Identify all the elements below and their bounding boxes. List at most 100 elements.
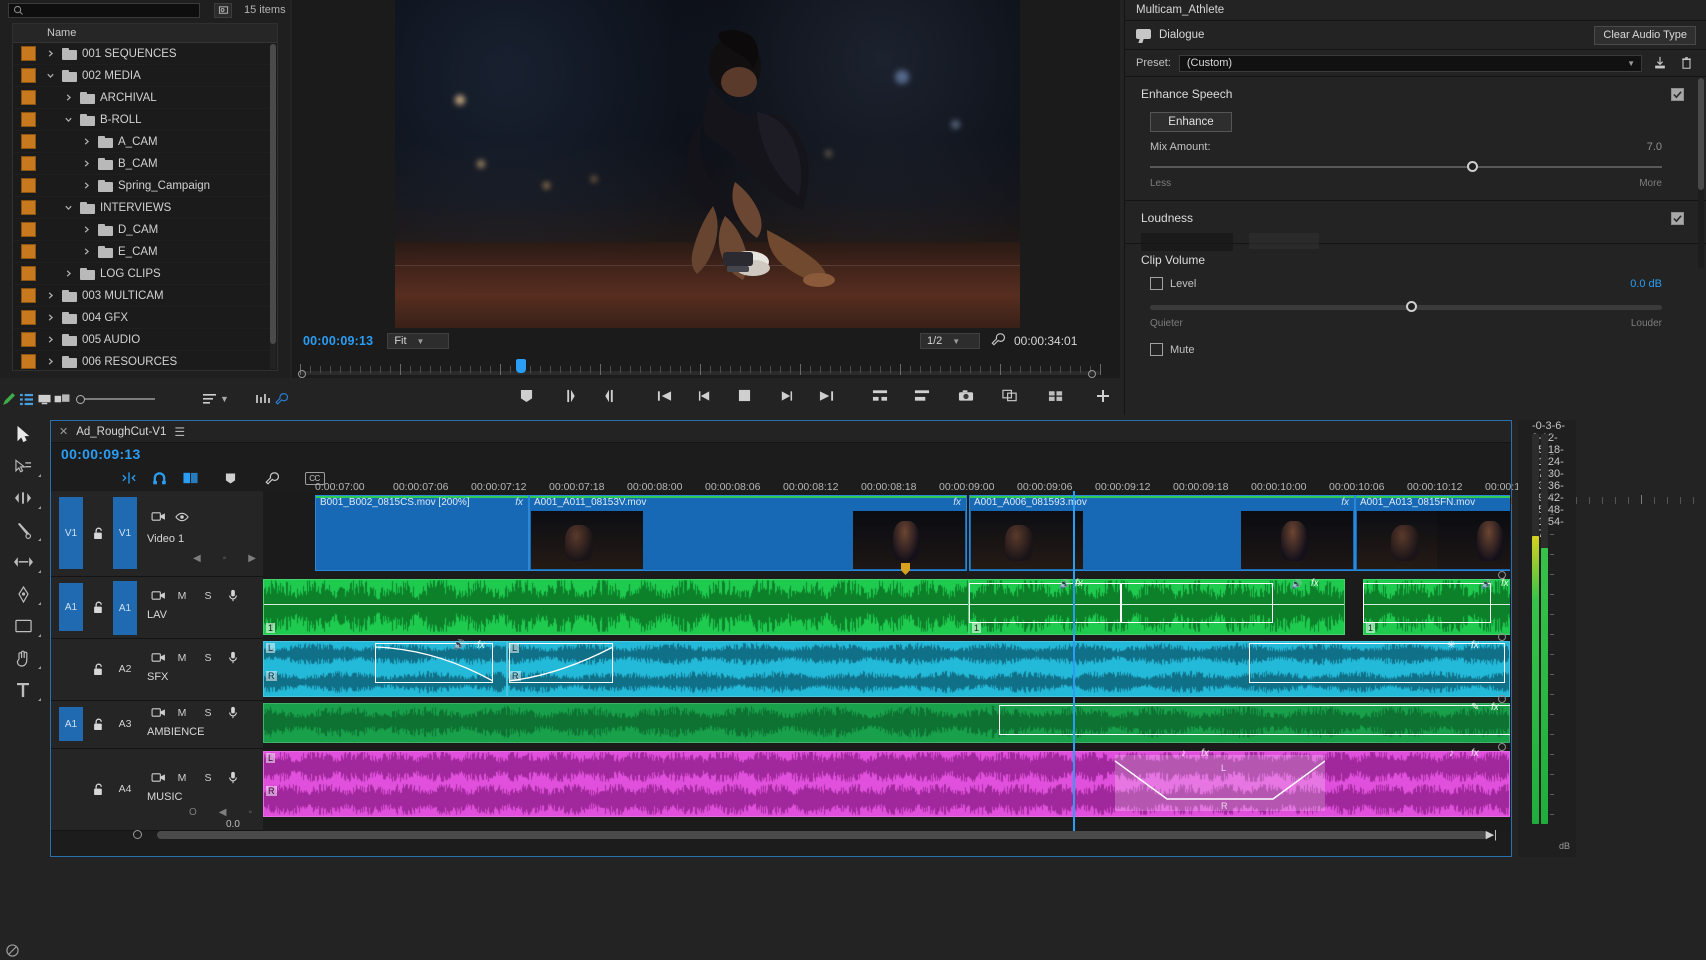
sort-button[interactable] xyxy=(201,383,219,415)
track-height-handle[interactable] xyxy=(1498,633,1506,641)
mute-checkbox[interactable] xyxy=(1150,343,1163,356)
track-source-patch-v1[interactable]: V1 xyxy=(59,497,83,569)
track-lock-button[interactable] xyxy=(93,663,107,677)
go-to-in-button[interactable] xyxy=(657,390,672,405)
export-frame-button[interactable] xyxy=(958,389,974,405)
track-mute-button[interactable]: M xyxy=(169,590,195,602)
scrub-out-handle[interactable] xyxy=(1088,370,1096,378)
track-select-tool-button[interactable] xyxy=(0,450,46,482)
add-keyframe-button[interactable]: ◦ xyxy=(248,807,252,818)
zoom-slider[interactable] xyxy=(72,383,155,415)
slip-tool-button[interactable] xyxy=(0,546,46,578)
chevron-right-icon[interactable] xyxy=(44,289,57,302)
program-playhead[interactable] xyxy=(516,359,526,373)
bin-item[interactable]: A_CAM xyxy=(13,131,277,153)
level-knob[interactable] xyxy=(1406,301,1417,312)
track-height-handle[interactable] xyxy=(1498,743,1506,751)
bin-item[interactable]: 002 MEDIA xyxy=(13,65,277,87)
track-source-patch-a3[interactable]: A1 xyxy=(59,707,83,741)
track-name-label[interactable]: LAV xyxy=(147,609,167,621)
automate-to-sequence-button[interactable] xyxy=(254,383,272,415)
bin-item[interactable]: B-ROLL xyxy=(13,109,277,131)
keyframe-selection-box[interactable] xyxy=(969,583,1121,623)
mark-in-button[interactable] xyxy=(565,389,577,406)
button-editor-button[interactable] xyxy=(1096,389,1110,406)
timeline-playhead[interactable] xyxy=(1073,491,1075,831)
mix-amount-slider[interactable] xyxy=(1150,156,1662,178)
track-header-a1[interactable]: A1A1LAVMS xyxy=(51,577,263,639)
find-button[interactable] xyxy=(272,383,290,415)
hand-tool-button[interactable] xyxy=(0,642,46,674)
add-marker-button[interactable] xyxy=(215,467,246,489)
track-name-label[interactable]: MUSIC xyxy=(147,791,182,803)
keyframe-selection-box[interactable] xyxy=(1249,643,1505,683)
chevron-right-icon[interactable] xyxy=(44,47,57,60)
track-lock-button[interactable] xyxy=(93,718,107,732)
bin-item[interactable]: 004 GFX xyxy=(13,307,277,329)
bin-item[interactable]: 005 AUDIO xyxy=(13,329,277,351)
chevron-right-icon[interactable] xyxy=(80,157,93,170)
track-solo-button[interactable]: S xyxy=(195,772,221,784)
insert-overwrite-toggle-button[interactable] xyxy=(113,467,144,489)
video-clip[interactable]: A001_A006_081593.movfx xyxy=(969,495,1355,571)
level-slider[interactable] xyxy=(1150,296,1662,318)
chevron-right-icon[interactable] xyxy=(62,267,75,280)
track-header-v1[interactable]: V1V1Video 1◀◦▶ xyxy=(51,491,263,577)
bin-item[interactable]: D_CAM xyxy=(13,219,277,241)
volume-rubberband[interactable] xyxy=(264,604,968,605)
track-record-button[interactable] xyxy=(221,589,245,602)
track-sync-lock-icon[interactable] xyxy=(147,590,169,601)
scrub-in-handle[interactable] xyxy=(298,370,306,378)
track-lock-button[interactable] xyxy=(93,783,107,797)
search-input[interactable] xyxy=(8,3,200,18)
clear-audio-type-button[interactable]: Clear Audio Type xyxy=(1594,26,1696,45)
bin-item[interactable]: 001 SEQUENCES xyxy=(13,43,277,65)
playback-resolution-select[interactable]: 1/2 ▼ xyxy=(920,333,980,349)
selection-tool-button[interactable] xyxy=(0,418,46,450)
program-duration-timecode[interactable]: 00:00:34:01 xyxy=(1014,334,1077,348)
level-checkbox[interactable] xyxy=(1150,277,1163,290)
rectangle-tool-button[interactable] xyxy=(0,610,46,642)
play-stop-button[interactable] xyxy=(738,389,751,405)
project-scrollbar[interactable] xyxy=(270,44,276,369)
prev-keyframe-button[interactable]: ◀ xyxy=(219,807,227,818)
type-tool-button[interactable] xyxy=(0,674,46,706)
bin-item[interactable]: ARCHIVAL xyxy=(13,87,277,109)
settings-wrench-button[interactable] xyxy=(990,332,1005,350)
track-record-button[interactable] xyxy=(221,651,245,664)
program-scrubber[interactable] xyxy=(292,354,1120,378)
program-monitor-video[interactable] xyxy=(395,0,1020,328)
audio-clip-lav[interactable]: 1 xyxy=(263,579,969,635)
track-record-button[interactable] xyxy=(221,706,245,719)
program-current-timecode[interactable]: 00:00:09:13 xyxy=(303,334,373,348)
chevron-right-icon[interactable] xyxy=(44,333,57,346)
keyframe-selection-box[interactable] xyxy=(1121,583,1273,623)
bin-item[interactable]: Spring_Campaign xyxy=(13,175,277,197)
track-mute-button[interactable]: M xyxy=(169,652,195,664)
add-marker-button[interactable] xyxy=(520,389,533,406)
track-name-label[interactable]: Video 1 xyxy=(147,533,184,545)
chevron-right-icon[interactable] xyxy=(80,135,93,148)
sort-dropdown-button[interactable]: ▼ xyxy=(219,383,230,415)
track-name-label[interactable]: SFX xyxy=(147,671,168,683)
close-icon[interactable]: ✕ xyxy=(59,425,68,438)
video-clip[interactable]: A001_A013_0815FN.movfx xyxy=(1355,495,1510,571)
mix-amount-knob[interactable] xyxy=(1467,161,1478,172)
bin-item[interactable]: B_CAM xyxy=(13,153,277,175)
chevron-down-icon[interactable] xyxy=(62,201,75,214)
track-lock-button[interactable] xyxy=(93,601,107,615)
keyframe-selection-box[interactable] xyxy=(1363,583,1491,623)
razor-tool-button[interactable] xyxy=(0,514,46,546)
panel-menu-icon[interactable]: ☰ xyxy=(174,425,185,439)
bin-item[interactable]: 003 MULTICAM xyxy=(13,285,277,307)
delete-preset-button[interactable] xyxy=(1677,54,1696,72)
chevron-down-icon[interactable] xyxy=(62,113,75,126)
timeline-current-timecode[interactable]: 00:00:09:13 xyxy=(61,446,141,462)
video-clip[interactable]: B001_B002_0815CS.mov [200%]fx xyxy=(315,495,529,571)
chevron-right-icon[interactable] xyxy=(44,311,57,324)
linked-selection-button[interactable] xyxy=(175,467,206,489)
track-height-handle[interactable] xyxy=(1498,571,1506,579)
loudness-checkbox[interactable] xyxy=(1671,212,1684,225)
pen-tool-button[interactable] xyxy=(0,383,18,415)
track-source-patch-a1[interactable]: A1 xyxy=(59,583,83,631)
